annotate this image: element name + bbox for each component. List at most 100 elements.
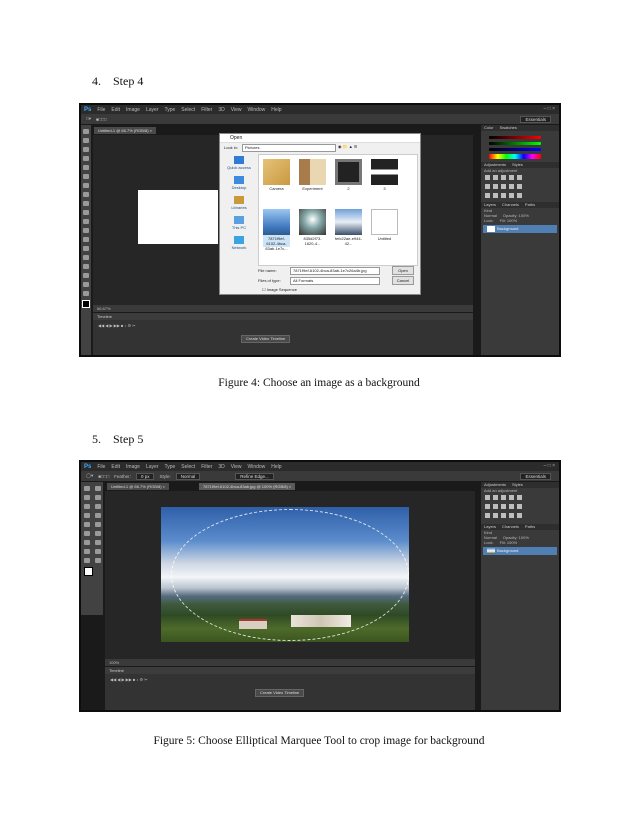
lock-label: Lock: xyxy=(484,218,494,223)
menu-image[interactable]: Image xyxy=(126,464,140,470)
timeline-controls[interactable]: ◀◀ ◀ ▶ ▶▶ ■ ♪ ⚙ ✂ xyxy=(93,320,473,331)
menu-window[interactable]: Window xyxy=(247,107,265,113)
cancel-button[interactable]: Cancel xyxy=(392,276,414,285)
timeline-controls[interactable]: ◀◀ ◀ ▶ ▶▶ ■ ♪ ⚙ ✂ xyxy=(105,674,475,685)
file-list: Camera Experiment 2 3 7871f9ef-6102-4bca… xyxy=(258,154,418,266)
nav-network[interactable]: Network xyxy=(223,236,255,250)
selection-mode-icon[interactable]: ■□□□ xyxy=(98,474,109,479)
marquee-tool-icon[interactable]: □▾ xyxy=(86,116,91,122)
tab-swatches[interactable]: Swatches xyxy=(500,125,517,131)
menu-filter[interactable]: Filter xyxy=(201,464,212,470)
menu-help[interactable]: Help xyxy=(271,464,281,470)
menu-edit[interactable]: Edit xyxy=(111,107,120,113)
dialog-title: Open xyxy=(220,134,420,143)
folder-nav-icons[interactable]: ◉ 📁 ▲ ☰ xyxy=(338,144,357,149)
file-thumb-6[interactable]: fefc22ae-e944-42... xyxy=(335,209,362,247)
menu-layer[interactable]: Layer xyxy=(146,464,159,470)
adjustment-icons[interactable] xyxy=(481,493,559,502)
file-thumb-untitled[interactable]: Untitled xyxy=(371,209,398,247)
refine-edge-button[interactable]: Refine Edge... xyxy=(235,472,274,480)
layer-background[interactable]: Background xyxy=(483,547,557,555)
file-thumb-experiment[interactable]: Experiment xyxy=(299,159,326,197)
adjustment-icons-row3[interactable] xyxy=(481,511,559,520)
elliptical-marquee-icon[interactable]: ◯▾ xyxy=(86,473,93,479)
step-4-screenshot: Ps File Edit Image Layer Type Select Fil… xyxy=(79,103,561,357)
style-select[interactable]: Normal xyxy=(175,472,201,480)
menu-file[interactable]: File xyxy=(97,464,105,470)
look-in-label: Look in: xyxy=(224,145,239,150)
figure-5-caption: Figure 5: Choose Elliptical Marquee Tool… xyxy=(153,735,485,747)
document-tab-photo[interactable]: 7871f9ef-6102-4bca-83ab.jpg @ 100% (RGB/… xyxy=(199,483,296,490)
nav-this-pc[interactable]: This PC xyxy=(223,216,255,230)
menu-3d[interactable]: 3D xyxy=(218,464,224,470)
elliptical-selection[interactable] xyxy=(171,509,409,641)
nav-quick-access[interactable]: Quick access xyxy=(223,156,255,170)
file-thumb-3[interactable]: 3 xyxy=(371,159,398,197)
adjustment-icons[interactable] xyxy=(481,173,559,182)
menu-bar: Ps File Edit Image Layer Type Select Fil… xyxy=(81,462,559,471)
status-bar: 66.67% xyxy=(93,305,473,312)
nav-libraries[interactable]: Libraries xyxy=(223,196,255,210)
right-panels: Color Swatches Adjustments Styles Add an a… xyxy=(481,125,559,355)
file-thumb-5[interactable]: 835d2f73-1620-4... xyxy=(299,209,326,247)
nav-desktop[interactable]: Desktop xyxy=(223,176,255,190)
file-thumb-2[interactable]: 2 xyxy=(335,159,362,197)
menu-window[interactable]: Window xyxy=(247,464,265,470)
adjustment-icons-row2[interactable] xyxy=(481,502,559,511)
menu-view[interactable]: View xyxy=(231,107,242,113)
menu-select[interactable]: Select xyxy=(181,464,195,470)
menu-image[interactable]: Image xyxy=(126,107,140,113)
menu-filter[interactable]: Filter xyxy=(201,107,212,113)
color-sliders[interactable] xyxy=(481,131,559,159)
file-thumb-camera[interactable]: Camera xyxy=(263,159,290,197)
fill-field[interactable]: Fill: 100% xyxy=(500,540,518,545)
document-tab-untitled[interactable]: Untitled-1 @ 66.7% (RGB/8) × xyxy=(107,483,169,490)
menu-layer[interactable]: Layer xyxy=(146,107,159,113)
timeline-panel: Timeline ◀◀ ◀ ▶ ▶▶ ■ ♪ ⚙ ✂ Create Video … xyxy=(105,667,475,710)
menu-help[interactable]: Help xyxy=(271,107,281,113)
workspace-select[interactable]: Essentials xyxy=(520,115,551,123)
menu-file[interactable]: File xyxy=(97,107,105,113)
tab-channels[interactable]: Channels xyxy=(502,202,519,208)
look-in-select[interactable]: Pictures xyxy=(242,144,336,152)
layer-background[interactable]: Background xyxy=(483,225,557,233)
file-name-input[interactable]: 7871f9ef-6102-4bca-83ab-1e7c26a4b.jpg xyxy=(290,267,380,275)
files-of-type-label: Files of type: xyxy=(258,278,281,283)
open-button[interactable]: Open xyxy=(392,266,414,275)
menu-3d[interactable]: 3D xyxy=(218,107,224,113)
image-sequence-checkbox[interactable]: ☐ Image Sequence xyxy=(262,287,297,292)
foreground-color-swatch[interactable] xyxy=(82,300,90,308)
tab-paths[interactable]: Paths xyxy=(525,524,535,530)
menu-select[interactable]: Select xyxy=(181,107,195,113)
tab-paths[interactable]: Paths xyxy=(525,202,535,208)
menu-type[interactable]: Type xyxy=(164,107,175,113)
ps-logo: Ps xyxy=(84,463,92,470)
window-controls[interactable]: – □ × xyxy=(544,106,556,112)
timeline-panel: Timeline ◀◀ ◀ ▶ ▶▶ ■ ♪ ⚙ ✂ Create Video … xyxy=(93,313,473,355)
file-thumb-selected[interactable]: 7871f9ef-6102-4bca-83ab-1e7c... xyxy=(263,209,290,251)
feather-input[interactable]: 0 px xyxy=(135,472,155,480)
adjustment-icons-row2[interactable] xyxy=(481,182,559,191)
fill-field[interactable]: Fill: 100% xyxy=(500,218,518,223)
canvas-area[interactable] xyxy=(105,491,475,659)
document-tab[interactable]: Untitled-1 @ 66.7% (RGB/8) × xyxy=(94,127,156,134)
create-video-timeline-button[interactable]: Create Video Timeline xyxy=(255,689,305,697)
files-of-type-select[interactable]: All Formats xyxy=(290,277,380,285)
menu-view[interactable]: View xyxy=(231,464,242,470)
step-4-heading: 4. Step 4 xyxy=(92,74,144,88)
selection-mode-icon[interactable]: ■□□□ xyxy=(96,117,107,122)
workspace-select[interactable]: Essentials xyxy=(520,472,551,480)
menu-bar: Ps File Edit Image Layer Type Select Fil… xyxy=(81,105,559,114)
menu-type[interactable]: Type xyxy=(164,464,175,470)
tab-color[interactable]: Color xyxy=(484,125,494,131)
create-video-timeline-button[interactable]: Create Video Timeline xyxy=(241,335,291,343)
lock-label: Lock: xyxy=(484,540,494,545)
window-controls[interactable]: – □ × xyxy=(544,463,556,469)
foreground-color-swatch[interactable] xyxy=(84,567,93,576)
adjustment-icons-row3[interactable] xyxy=(481,191,559,200)
white-canvas[interactable] xyxy=(138,190,218,244)
tab-channels[interactable]: Channels xyxy=(502,524,519,530)
menu-edit[interactable]: Edit xyxy=(111,464,120,470)
options-bar: ◯▾ ■□□□ Feather: 0 px Style: Normal Refi… xyxy=(81,471,559,481)
feather-label: Feather: xyxy=(114,473,131,479)
